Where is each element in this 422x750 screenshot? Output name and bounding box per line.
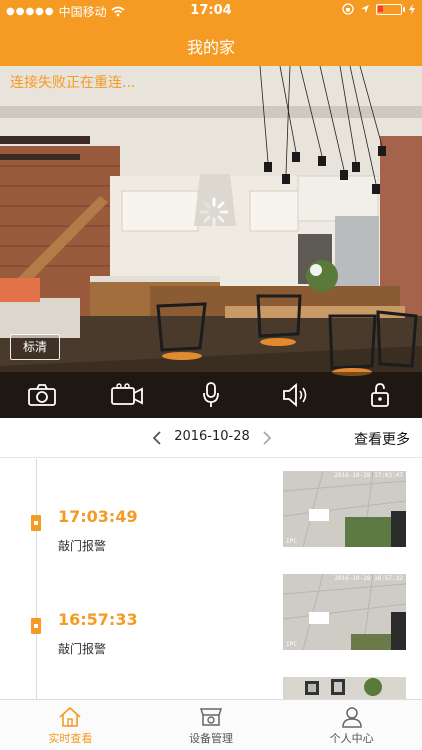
ceiling-snapshot-image <box>283 471 406 547</box>
event-timeline: 17:03:49 敲门报警 2016-10-28 17:03:47 IPC 16… <box>0 459 422 699</box>
speaker-icon <box>283 383 307 407</box>
charging-icon <box>409 3 415 15</box>
thumbnail-watermark: IPC <box>286 641 297 648</box>
previous-day-button[interactable] <box>150 428 164 448</box>
camera-icon <box>28 384 57 406</box>
view-more-link[interactable]: 查看更多 <box>354 429 410 449</box>
event-time: 17:03:49 <box>58 507 138 526</box>
tab-label: 实时查看 <box>48 732 93 745</box>
room-snapshot-image <box>283 677 406 699</box>
home-icon <box>59 706 81 727</box>
thumbnail-timestamp: 2016-10-28 17:03:47 <box>334 472 403 479</box>
loading-spinner-icon <box>199 197 229 227</box>
event-thumbnail[interactable] <box>283 677 406 699</box>
app-screen: ●●●●● 中国移动 17:04 我的家 连接失败正在重连... 标清 2016… <box>0 0 422 750</box>
record-button[interactable] <box>109 377 145 413</box>
ceiling-snapshot-image <box>283 574 406 650</box>
event-time: 16:57:33 <box>58 610 138 629</box>
event-item[interactable]: 16:57:33 敲门报警 2016-10-28 16:57:32 IPC <box>0 574 422 664</box>
event-label: 敲门报警 <box>58 539 107 553</box>
snapshot-button[interactable] <box>24 377 60 413</box>
next-day-button[interactable] <box>260 428 274 448</box>
tab-live-view[interactable]: 实时查看 <box>0 700 141 750</box>
timeline-marker-icon <box>31 618 41 634</box>
current-date: 2016-10-28 <box>174 429 250 444</box>
event-thumbnail[interactable]: 2016-10-28 17:03:47 IPC <box>283 471 406 547</box>
status-bar: ●●●●● 中国移动 17:04 <box>0 0 422 22</box>
device-manage-icon <box>199 708 223 726</box>
connection-status-text: 连接失败正在重连... <box>10 75 136 91</box>
tab-device-management[interactable]: 设备管理 <box>141 700 282 750</box>
unlock-icon <box>370 383 389 407</box>
location-icon <box>361 5 369 13</box>
speaker-button[interactable] <box>277 377 313 413</box>
camera-frame-image <box>0 66 422 418</box>
date-navigation-bar: 2016-10-28 查看更多 <box>0 418 422 458</box>
talk-button[interactable] <box>193 377 229 413</box>
thumbnail-watermark: IPC <box>286 538 297 545</box>
video-control-bar <box>0 372 422 418</box>
event-thumbnail[interactable]: 2016-10-28 16:57:32 IPC <box>283 574 406 650</box>
top-bar: ●●●●● 中国移动 17:04 我的家 <box>0 0 422 66</box>
unlock-button[interactable] <box>362 377 398 413</box>
user-icon <box>341 707 362 728</box>
thumbnail-timestamp: 2016-10-28 16:57:32 <box>334 575 403 582</box>
video-record-icon <box>110 383 143 405</box>
microphone-icon <box>203 382 219 407</box>
page-title: 我的家 <box>186 38 235 57</box>
bottom-tab-bar: 实时查看 设备管理 个人中心 <box>0 699 422 750</box>
event-label: 敲门报警 <box>58 642 107 656</box>
tab-label: 个人中心 <box>329 732 374 745</box>
tab-label: 设备管理 <box>189 732 233 745</box>
battery-icon <box>376 3 405 15</box>
tab-personal-center[interactable]: 个人中心 <box>281 700 422 750</box>
timeline-marker-icon <box>31 515 41 531</box>
rotation-lock-icon <box>342 3 354 15</box>
event-item[interactable] <box>0 677 422 699</box>
video-quality-button[interactable]: 标清 <box>10 334 60 360</box>
live-video-view[interactable]: 连接失败正在重连... 标清 <box>0 66 422 418</box>
event-item[interactable]: 17:03:49 敲门报警 2016-10-28 17:03:47 IPC <box>0 471 422 561</box>
